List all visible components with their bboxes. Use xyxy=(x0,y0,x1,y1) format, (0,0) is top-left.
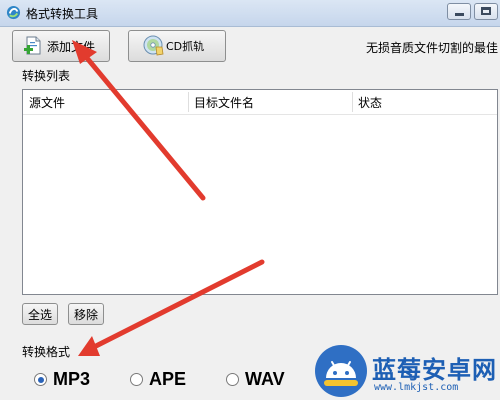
conversion-list-label: 转换列表 xyxy=(22,69,71,83)
window-title: 格式转换工具 xyxy=(26,7,99,21)
format-option-wav[interactable]: WAV xyxy=(226,369,285,390)
format-option-label: MP3 xyxy=(53,369,91,389)
tagline-text: 无损音质文件切割的最佳 xyxy=(366,41,499,55)
cd-rip-label: CD抓轨 xyxy=(166,40,205,53)
minimize-button[interactable] xyxy=(447,3,471,20)
minimize-icon xyxy=(455,13,464,16)
list-header: 源文件 目标文件名 状态 xyxy=(23,90,497,115)
radio-icon[interactable] xyxy=(130,373,143,386)
format-option-mp3[interactable]: MP3 xyxy=(34,369,90,390)
format-option-label: WAV xyxy=(245,369,285,389)
column-status[interactable]: 状态 xyxy=(358,94,382,111)
column-divider[interactable] xyxy=(352,92,353,112)
maximize-icon xyxy=(481,7,491,15)
output-format-label: 转换格式 xyxy=(22,345,71,359)
format-option-label: APE xyxy=(149,369,187,389)
add-file-button[interactable]: 添加文件 xyxy=(12,30,110,62)
watermark-title: 蓝莓安卓网 xyxy=(372,356,497,384)
watermark: 蓝莓安卓网 www.lmkjst.com xyxy=(300,340,500,400)
watermark-url: www.lmkjst.com xyxy=(374,382,459,393)
conversion-list[interactable]: 源文件 目标文件名 状态 xyxy=(22,89,498,295)
column-target-filename[interactable]: 目标文件名 xyxy=(194,94,254,111)
maximize-button[interactable] xyxy=(474,3,498,20)
add-file-label: 添加文件 xyxy=(47,39,96,54)
format-option-ape[interactable]: APE xyxy=(130,369,186,390)
title-bar: 格式转换工具 xyxy=(0,0,500,27)
android-logo-icon xyxy=(315,345,367,397)
column-divider[interactable] xyxy=(188,92,189,112)
select-all-button[interactable]: 全选 xyxy=(22,303,58,325)
radio-selected-icon[interactable] xyxy=(34,373,47,386)
radio-icon[interactable] xyxy=(226,373,239,386)
cd-rip-button[interactable]: CD抓轨 xyxy=(128,30,226,62)
add-file-icon xyxy=(24,36,41,55)
app-logo-icon xyxy=(6,5,21,20)
column-source-file[interactable]: 源文件 xyxy=(29,94,65,111)
cd-disc-icon xyxy=(143,35,164,56)
remove-button[interactable]: 移除 xyxy=(68,303,104,325)
